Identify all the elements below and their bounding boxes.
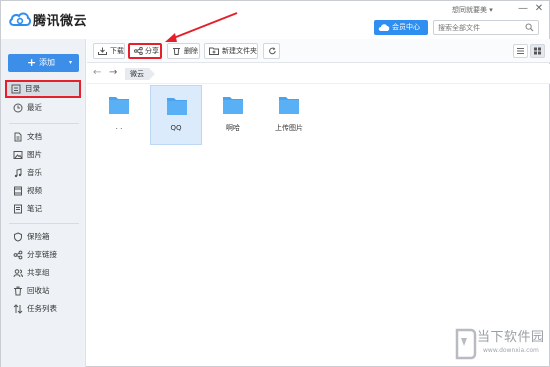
search-icon[interactable] xyxy=(525,23,534,32)
folder-icon xyxy=(109,97,129,114)
sidebar-divider xyxy=(9,223,79,224)
share-icon xyxy=(134,47,143,55)
share-link-icon xyxy=(13,250,23,260)
new-folder-label: 新建文件夹 xyxy=(222,47,257,55)
file-item-uploaded-pictures[interactable]: 上传图片 xyxy=(263,85,315,145)
directory-icon xyxy=(11,84,21,94)
cloud-icon xyxy=(378,24,390,31)
sidebar-item-label: 保险箱 xyxy=(27,232,50,241)
breadcrumb: ← → 微云 xyxy=(87,64,550,84)
document-icon xyxy=(14,132,22,142)
search-box[interactable] xyxy=(433,20,539,35)
task-list-icon xyxy=(13,304,23,314)
delete-button[interactable]: 删除 xyxy=(167,43,200,59)
forward-arrow-icon[interactable]: → xyxy=(109,67,117,78)
list-view-icon xyxy=(517,48,524,54)
trash-icon xyxy=(14,286,22,296)
video-icon xyxy=(14,186,22,196)
sidebar: + 添加 ▾ 目录 最近 文档 图片 音乐 视频 笔记 保险箱 分享链接 共享组… xyxy=(1,39,86,367)
file-name: . . xyxy=(115,123,123,131)
sidebar-item-label: 视频 xyxy=(27,186,42,195)
sidebar-item-directory[interactable]: 目录 xyxy=(5,80,81,98)
sidebar-item-pictures[interactable]: 图片 xyxy=(7,147,81,163)
sidebar-item-label: 分享链接 xyxy=(27,250,57,259)
file-name: 上传图片 xyxy=(275,124,303,132)
folder-icon xyxy=(167,98,187,115)
sidebar-item-label: 笔记 xyxy=(27,204,42,213)
sidebar-item-videos[interactable]: 视频 xyxy=(7,183,81,199)
search-input[interactable] xyxy=(438,22,522,33)
new-folder-icon xyxy=(209,47,219,55)
download-icon xyxy=(98,47,107,55)
group-icon xyxy=(13,269,23,278)
toolbar: 下载 分享 删除 新建文件夹 xyxy=(87,39,550,63)
add-button[interactable]: + 添加 ▾ xyxy=(8,54,79,72)
sidebar-item-safe[interactable]: 保险箱 xyxy=(7,229,81,245)
picture-icon xyxy=(13,151,23,159)
list-view-button[interactable] xyxy=(513,44,528,58)
sidebar-item-music[interactable]: 音乐 xyxy=(7,165,81,181)
file-name: 啊哈 xyxy=(226,124,240,132)
watermark-title: 当下软件园 xyxy=(477,330,545,345)
folder-icon xyxy=(223,97,243,114)
grid-view-icon xyxy=(534,47,541,55)
trash-icon xyxy=(173,48,180,55)
file-item-qq[interactable]: QQ xyxy=(150,85,202,145)
sidebar-item-task-list[interactable]: 任务列表 xyxy=(7,301,81,317)
folder-icon xyxy=(279,97,299,114)
clock-icon xyxy=(13,103,23,113)
minimize-button[interactable]: — xyxy=(517,3,529,15)
close-button[interactable]: ✕ xyxy=(533,3,545,15)
sidebar-item-label: 音乐 xyxy=(27,168,42,177)
sidebar-item-notes[interactable]: 笔记 xyxy=(7,201,81,217)
grid-view-button[interactable] xyxy=(530,44,545,58)
chevron-down-icon: ▾ xyxy=(69,59,73,66)
new-folder-button[interactable]: 新建文件夹 xyxy=(204,43,258,59)
watermark-url: www.downxia.com xyxy=(483,347,539,354)
back-arrow-icon[interactable]: ← xyxy=(93,67,101,78)
file-name: QQ xyxy=(170,124,182,132)
vip-center-button[interactable]: 会员中心 xyxy=(374,20,428,35)
sidebar-item-share-links[interactable]: 分享链接 xyxy=(7,247,81,263)
vip-center-label: 会员中心 xyxy=(392,23,420,31)
file-item-aha[interactable]: 啊哈 xyxy=(207,85,259,145)
title-bar: 腾讯微云 想同就要美 ▾ — ✕ 会员中心 xyxy=(1,1,549,39)
sidebar-item-label: 文档 xyxy=(27,132,42,141)
user-menu[interactable]: 想同就要美 ▾ xyxy=(452,5,493,15)
sidebar-item-label: 目录 xyxy=(25,84,40,93)
weiyun-logo-icon xyxy=(9,12,31,26)
delete-label: 删除 xyxy=(184,47,198,55)
safe-icon xyxy=(14,232,22,242)
sidebar-item-label: 最近 xyxy=(27,103,42,112)
sidebar-item-label: 共享组 xyxy=(27,268,50,277)
sidebar-item-label: 回收站 xyxy=(27,286,50,295)
refresh-button[interactable] xyxy=(263,43,280,59)
music-icon xyxy=(14,168,22,178)
share-button[interactable]: 分享 xyxy=(128,43,162,59)
app-title: 腾讯微云 xyxy=(33,14,88,29)
app-window: 腾讯微云 想同就要美 ▾ — ✕ 会员中心 + 添加 ▾ xyxy=(0,0,550,367)
add-button-label: 添加 xyxy=(39,58,55,67)
sidebar-item-recent[interactable]: 最近 xyxy=(7,100,81,116)
refresh-icon xyxy=(269,47,276,55)
share-label: 分享 xyxy=(145,47,159,55)
sidebar-item-documents[interactable]: 文档 xyxy=(7,129,81,145)
note-icon xyxy=(14,204,22,214)
download-label: 下载 xyxy=(110,47,124,55)
sidebar-item-label: 任务列表 xyxy=(27,304,57,313)
file-item-parent[interactable]: . . xyxy=(93,85,145,145)
download-button[interactable]: 下载 xyxy=(93,43,125,59)
sidebar-divider xyxy=(9,123,79,124)
sidebar-item-recycle-bin[interactable]: 回收站 xyxy=(7,283,81,299)
plus-icon: + xyxy=(27,56,37,69)
sidebar-item-label: 图片 xyxy=(27,150,42,159)
breadcrumb-item-weiyun[interactable]: 微云 xyxy=(125,68,155,80)
sidebar-item-shared-groups[interactable]: 共享组 xyxy=(7,265,81,281)
